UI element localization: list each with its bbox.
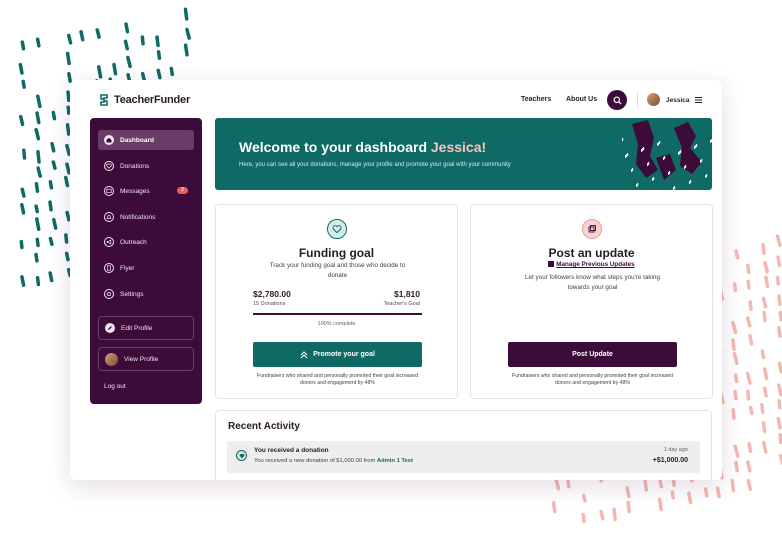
app-window: TeacherFunder Teachers About Us Jessica <box>70 80 722 480</box>
post-update-description: Let your followers know what steps you'r… <box>525 274 660 291</box>
home-icon <box>104 135 114 145</box>
heart-icon <box>327 219 347 239</box>
manage-updates-label: Manage Previous Updates <box>556 261 635 268</box>
messages-count-badge: 2 <box>177 187 188 194</box>
sidebar-item-notifications[interactable]: Notifications <box>98 207 194 227</box>
welcome-title-prefix: Welcome to your dashboard <box>239 139 427 155</box>
sidebar-item-label: Donations <box>120 162 150 170</box>
sidebar-item-label: Notifications <box>120 213 156 221</box>
bell-icon <box>104 212 114 222</box>
welcome-title: Welcome to your dashboard Jessica! <box>239 139 486 155</box>
brand-name: TeacherFunder <box>114 94 191 106</box>
sidebar: Dashboard Donations Messages 2 Notificat… <box>90 118 202 404</box>
promote-goal-button[interactable]: Promote your goal <box>253 342 422 367</box>
post-update-title: Post an update <box>548 246 635 260</box>
activity-body-text: You received a new donation of $1,000.00… <box>254 458 376 464</box>
user-name[interactable]: Jessica <box>666 97 690 104</box>
pencil-icon <box>105 323 115 333</box>
marketing-stage: TeacherFunder Teachers About Us Jessica <box>0 0 782 551</box>
sidebar-item-messages[interactable]: Messages 2 <box>98 181 194 201</box>
recent-activity-panel: Recent Activity You received a donation … <box>215 410 712 480</box>
promote-goal-note: Fundraisers who shared and personally pr… <box>257 373 418 386</box>
search-icon <box>612 95 622 105</box>
sidebar-item-outreach[interactable]: Outreach <box>98 232 194 252</box>
hamburger-menu-icon[interactable] <box>695 97 702 103</box>
view-profile-button[interactable]: View Profile <box>98 347 194 371</box>
sidebar-item-label: Settings <box>120 290 144 298</box>
amount-raised-value: $2,780.00 <box>253 289 291 299</box>
sidebar-item-label: Dashboard <box>120 136 154 144</box>
heart-icon <box>104 161 114 171</box>
sidebar-item-donations[interactable]: Donations <box>98 156 194 176</box>
funding-goal-description: Track your funding goal and those who de… <box>269 262 406 279</box>
nav-link-about[interactable]: About Us <box>566 96 597 103</box>
activity-headline: You received a donation <box>254 447 329 454</box>
chevron-up-icon <box>300 350 308 358</box>
post-update-label: Post Update <box>572 351 613 358</box>
activity-item[interactable]: You received a donation You received a n… <box>227 441 700 473</box>
nav-link-teachers[interactable]: Teachers <box>521 96 551 103</box>
view-profile-label: View Profile <box>124 355 159 363</box>
post-update-card: Post an update Manage Previous Updates L… <box>470 204 713 399</box>
profile-avatar <box>105 352 118 366</box>
funding-progress-text: 100% complete <box>317 321 356 327</box>
logo-icon <box>100 94 108 106</box>
teacher-goal-label: Teacher's Goal <box>383 301 420 307</box>
funding-goal-card: Funding goal Track your funding goal and… <box>215 204 458 399</box>
edit-profile-button[interactable]: Edit Profile <box>98 316 194 340</box>
amount-raised: $2,780.00 15 Donations <box>253 289 291 307</box>
top-navigation: TeacherFunder Teachers About Us Jessica <box>70 80 722 118</box>
funding-progress-bar <box>253 313 422 315</box>
post-update-note: Fundraisers who shared and personally pr… <box>512 373 673 386</box>
sidebar-item-label: Flyer <box>120 264 135 272</box>
message-icon <box>104 186 114 196</box>
edit-profile-label: Edit Profile <box>121 324 153 332</box>
promote-goal-label: Promote your goal <box>313 351 375 358</box>
banner-illustration <box>622 120 712 190</box>
sidebar-item-label: Messages <box>120 187 150 195</box>
nav-divider <box>637 92 638 108</box>
update-icon <box>582 219 602 239</box>
funding-goal-title: Funding goal <box>298 246 375 260</box>
brand-logo[interactable]: TeacherFunder <box>98 94 190 106</box>
activity-amount: +$1,000.00 <box>652 457 688 464</box>
megaphone-icon <box>104 237 114 247</box>
post-update-button[interactable]: Post Update <box>508 342 677 367</box>
sidebar-item-settings[interactable]: Settings <box>98 284 194 304</box>
sidebar-item-flyer[interactable]: Flyer <box>98 258 194 278</box>
heart-icon <box>236 450 247 461</box>
activity-timestamp: 1 day ago <box>663 447 688 453</box>
flyer-icon <box>104 263 114 273</box>
sidebar-item-dashboard[interactable]: Dashboard <box>98 130 194 150</box>
sidebar-item-label: Outreach <box>120 238 147 246</box>
search-button[interactable] <box>607 90 627 110</box>
user-avatar[interactable] <box>647 93 660 106</box>
activity-donor-link[interactable]: Admin 1 Test <box>377 458 413 464</box>
welcome-banner: Welcome to your dashboard Jessica! Here,… <box>215 118 712 190</box>
donation-count: 15 Donations <box>253 301 286 307</box>
welcome-title-name: Jessica! <box>430 139 487 155</box>
teacher-goal-value: $1,810 <box>394 289 420 299</box>
logout-link[interactable]: Log out <box>104 383 126 390</box>
checkbox-icon <box>548 261 555 267</box>
welcome-subtitle: Here, you can see all your donations, ma… <box>239 162 511 168</box>
teacher-goal: $1,810 Teacher's Goal <box>383 289 420 307</box>
manage-updates-link[interactable]: Manage Previous Updates <box>471 261 712 268</box>
gear-icon <box>104 289 114 299</box>
recent-activity-title: Recent Activity <box>228 421 300 432</box>
activity-body: You received a new donation of $1,000.00… <box>254 458 413 464</box>
